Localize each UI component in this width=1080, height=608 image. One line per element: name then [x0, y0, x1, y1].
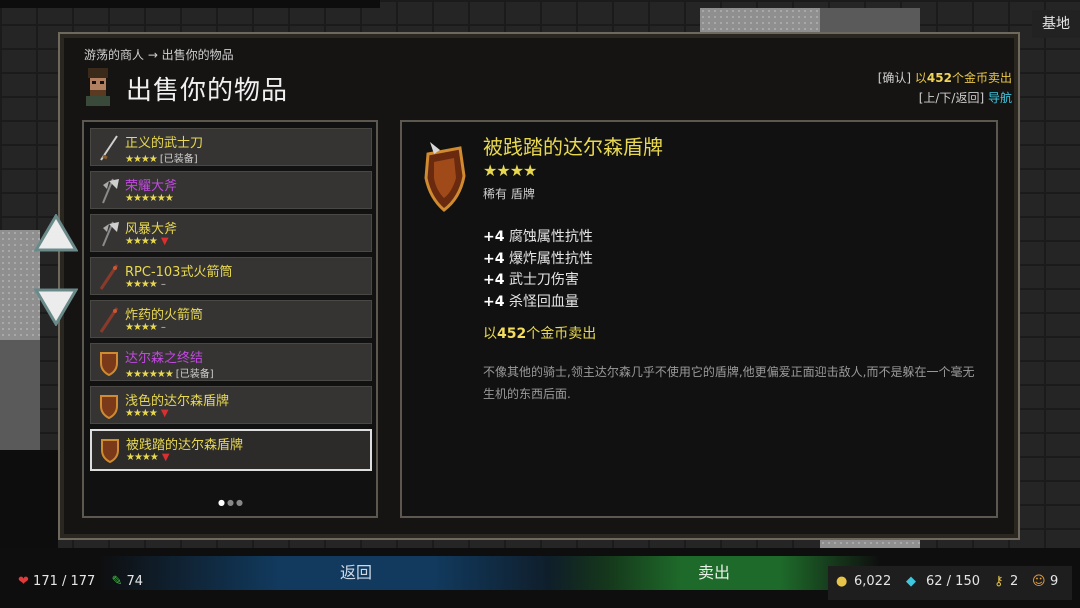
base-button[interactable]: 基地 — [1032, 10, 1080, 38]
pets-value: 9 — [1050, 574, 1059, 589]
page-indicator: ●●● — [218, 498, 245, 507]
item-row-1[interactable]: 荣耀大斧 ★★★★★★ — [90, 171, 372, 209]
breadcrumb: 游荡的商人 → 出售你的物品 — [84, 48, 234, 62]
detail-item-type: 稀有 盾牌 — [483, 187, 535, 201]
heart-icon: ❤ — [18, 574, 29, 589]
confirm-key-label: [确认] — [877, 71, 912, 85]
stat-value: +4 — [483, 229, 505, 245]
scroll-up-arrow-icon[interactable] — [34, 214, 78, 254]
gem-icon: ◆ — [906, 574, 916, 589]
shadow-block — [0, 0, 380, 8]
confirm-hint: [确认] 以452个金币卖出 — [878, 68, 1012, 88]
great-axe-icon — [102, 221, 119, 247]
item-name: 炸药的火箭筒 — [125, 308, 204, 323]
price-amount: 452 — [497, 326, 527, 342]
item-row-4[interactable]: 炸药的火箭筒 ★★★★ – — [90, 300, 372, 338]
item-name: 达尔森之终结 — [125, 351, 204, 366]
item-name: 正义的武士刀 — [125, 136, 204, 151]
syringe-icon: ✎ — [111, 574, 123, 589]
item-name: 荣耀大斧 — [125, 179, 178, 194]
detail-sell-price: 以452个金币卖出 — [483, 323, 596, 343]
scroll-down-arrow-icon[interactable] — [34, 286, 78, 326]
stat-line: +4 腐蚀属性抗性 — [483, 227, 593, 249]
coin-icon: ● — [836, 574, 848, 589]
nav-hint: [上/下/返回] 导航 — [878, 88, 1012, 108]
item-row-2[interactable]: 风暴大斧 ★★★★ ▼ — [90, 214, 372, 252]
item-name: 被践踏的达尔森盾牌 — [126, 438, 244, 453]
item-row-5[interactable]: 达尔森之终结 ★★★★★★ [已装备] — [90, 343, 372, 381]
item-row-6[interactable]: 浅色的达尔森盾牌 ★★★★ ▼ — [90, 386, 372, 424]
rocket-launcher-icon — [99, 307, 119, 333]
player-vitals: ❤ 171 / 177 ✎ 74 — [18, 574, 143, 589]
controls-hint: [确认] 以452个金币卖出 [上/下/返回] 导航 — [878, 68, 1012, 108]
health-value: 171 / 177 — [33, 574, 96, 589]
item-stars: ★★★★★★ — [125, 369, 174, 380]
detail-item-stars: ★★★★ — [483, 161, 537, 180]
item-stars: ★★★★★★ — [125, 193, 174, 204]
detail-stats-list: +4 腐蚀属性抗性 +4 爆炸属性抗性 +4 武士刀伤害 +4 杀怪回血量 — [483, 227, 593, 313]
back-button[interactable]: 返回 — [98, 556, 614, 590]
downgrade-indicator-icon: ▼ — [160, 236, 169, 247]
item-row-0[interactable]: 正义的武士刀 ★★★★ [已装备] — [90, 128, 372, 166]
item-stars: ★★★★ — [125, 408, 158, 419]
confirm-text-post: 个金币卖出 — [951, 71, 1012, 85]
item-row-7-selected[interactable]: 被践踏的达尔森盾牌 ★★★★ ▼ — [90, 429, 372, 471]
price-text-pre: 以 — [483, 326, 497, 342]
katana-icon — [100, 135, 118, 161]
shield-icon — [100, 352, 118, 377]
item-name: RPC-103式火箭筒 — [125, 265, 233, 280]
equipped-tag: [已装备] — [159, 154, 198, 165]
item-stars: ★★★★ — [125, 154, 158, 165]
neutral-indicator: – — [160, 279, 166, 290]
stat-value: +4 — [483, 250, 505, 267]
page-title: 出售你的物品 — [126, 76, 289, 106]
stat-label: 腐蚀属性抗性 — [508, 229, 593, 245]
stone-block — [700, 8, 820, 32]
item-name: 风暴大斧 — [125, 222, 178, 237]
nav-key-label: [上/下/返回] — [918, 91, 985, 105]
merchant-portrait-icon — [86, 68, 110, 106]
detail-item-name: 被践踏的达尔森盾牌 — [483, 135, 663, 159]
gold-value: 6,022 — [854, 574, 892, 589]
stat-value: +4 — [483, 272, 505, 288]
rocket-launcher-icon — [99, 264, 119, 290]
item-name: 浅色的达尔森盾牌 — [125, 394, 230, 409]
stat-value: +4 — [483, 293, 505, 310]
shield-icon — [100, 395, 118, 420]
item-list: 正义的武士刀 ★★★★ [已装备] 荣耀大斧 ★★★★★★ 风暴大斧 ★★★★ ▼ … — [82, 120, 378, 518]
price-text-post: 个金币卖出 — [526, 326, 597, 342]
great-axe-icon — [102, 178, 119, 204]
key-icon: ⚷ — [994, 574, 1004, 589]
item-stars: ★★★★ — [125, 279, 158, 290]
stone-block — [820, 8, 920, 32]
downgrade-indicator-icon: ▼ — [161, 452, 170, 463]
neutral-indicator: – — [160, 322, 166, 333]
stone-block — [0, 340, 40, 450]
stamina-value: 74 — [126, 574, 144, 589]
nav-text: 导航 — [987, 91, 1012, 105]
stat-line: +4 杀怪回血量 — [483, 292, 593, 314]
confirm-text-pre: 以 — [914, 71, 927, 85]
shield-icon — [424, 142, 466, 212]
gems-value: 62 / 150 — [926, 574, 980, 589]
stat-line: +4 武士刀伤害 — [483, 270, 593, 292]
stat-label: 武士刀伤害 — [508, 272, 579, 288]
item-row-3[interactable]: RPC-103式火箭筒 ★★★★ – — [90, 257, 372, 295]
stat-line: +4 爆炸属性抗性 — [483, 249, 593, 271]
stat-label: 杀怪回血量 — [508, 293, 579, 310]
item-stars: ★★★★ — [125, 322, 158, 333]
shadow-block — [0, 450, 58, 548]
cat-icon: ☺ — [1032, 574, 1046, 589]
stat-label: 爆炸属性抗性 — [508, 250, 593, 267]
shield-icon — [101, 439, 119, 464]
downgrade-indicator-icon: ▼ — [160, 408, 169, 419]
item-stars: ★★★★ — [126, 452, 159, 463]
equipped-tag: [已装备] — [175, 369, 214, 380]
confirm-amount: 452 — [926, 71, 952, 85]
detail-description: 不像其他的骑士,领主达尔森几乎不使用它的盾牌,他更偏爱正面迎击敌人,而不是躲在一… — [483, 365, 975, 401]
item-stars: ★★★★ — [125, 236, 158, 247]
resources-panel: ● 6,022 ◆ 62 / 150 ⚷ 2 ☺ 9 — [828, 566, 1072, 600]
keys-value: 2 — [1010, 574, 1019, 589]
